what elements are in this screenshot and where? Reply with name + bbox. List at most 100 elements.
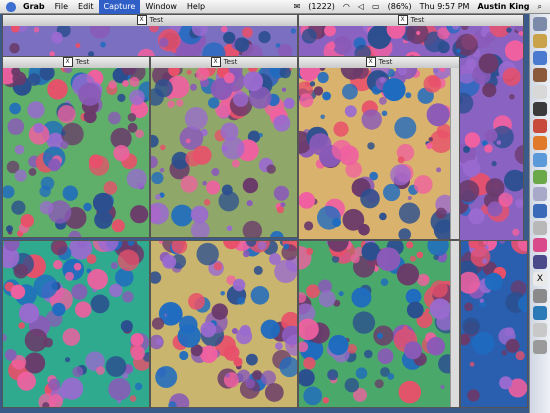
firefox-icon[interactable] (533, 136, 547, 150)
bubble (223, 72, 235, 84)
bubble (108, 111, 121, 125)
bubble (75, 43, 81, 48)
bubble (407, 196, 412, 200)
app-icon[interactable] (533, 153, 547, 167)
bubble (208, 97, 220, 109)
bubble (269, 253, 281, 265)
app-icon[interactable] (533, 306, 547, 320)
app-icon[interactable] (533, 289, 547, 303)
menu-help[interactable]: Help (182, 0, 210, 14)
window-test-back-left[interactable]: X Test (2, 14, 298, 58)
bubble (52, 302, 66, 317)
bubble (491, 161, 497, 167)
bubble (398, 380, 422, 404)
scrollbar[interactable] (450, 68, 459, 239)
bubble (382, 78, 406, 102)
bubble (406, 241, 414, 249)
window-test-row2-a[interactable] (2, 240, 150, 408)
app-icon[interactable] (533, 204, 547, 218)
scrollbar[interactable] (450, 241, 459, 407)
bubble (129, 89, 145, 106)
bubble (484, 144, 493, 153)
bubble (301, 28, 317, 44)
bubble (28, 168, 37, 176)
finder-icon[interactable] (533, 17, 547, 31)
bubble (347, 343, 357, 354)
window-test-row2-d[interactable] (460, 240, 528, 408)
bubble (232, 278, 246, 292)
bubble (426, 142, 433, 150)
bubble (472, 332, 495, 355)
bubble (14, 144, 25, 155)
terminal-icon[interactable] (533, 102, 547, 116)
bubble (273, 114, 291, 132)
bubble (179, 350, 189, 361)
bubble-canvas (3, 68, 149, 237)
bubble (463, 146, 470, 153)
x11-icon[interactable]: X (533, 272, 547, 286)
window-test-row1-b[interactable]: X Test (150, 56, 298, 238)
spotlight-icon[interactable]: ⌕ (534, 0, 546, 14)
window-test-row2-b[interactable] (150, 240, 298, 408)
bubble (105, 356, 127, 377)
bubble (433, 254, 439, 261)
app-icon[interactable] (533, 221, 547, 235)
app-menu[interactable]: Grab (18, 0, 50, 14)
window-test-row1-c[interactable]: X Test (298, 56, 460, 240)
apple-menu-icon[interactable] (6, 1, 16, 12)
volume-icon[interactable]: ◁ (354, 0, 368, 14)
bubble (9, 43, 20, 54)
x11-icon: X (136, 15, 147, 25)
mail-icon[interactable]: ✉ (290, 0, 305, 14)
window-test-row1-a[interactable]: X Test (2, 56, 150, 238)
bubble (129, 76, 140, 87)
app-icon[interactable] (533, 170, 547, 184)
bubble (155, 338, 163, 346)
app-icon[interactable] (533, 34, 547, 48)
app-icon[interactable] (533, 255, 547, 269)
app-icon[interactable] (533, 68, 547, 82)
bubble (11, 200, 26, 215)
bubble (151, 171, 164, 185)
app-icon[interactable] (533, 119, 547, 133)
bubble (62, 328, 81, 346)
app-icon[interactable] (533, 238, 547, 252)
clock[interactable]: Thu 9:57 PM (416, 0, 474, 14)
bubble (202, 180, 207, 186)
mail-count: (1222) (308, 2, 335, 11)
battery-icon[interactable]: ▭ (368, 0, 384, 14)
menu-capture[interactable]: Capture (98, 0, 141, 14)
bubble (225, 372, 230, 378)
menu-file[interactable]: File (50, 0, 73, 14)
bubble (115, 268, 134, 287)
bubble (226, 225, 233, 232)
menu-edit[interactable]: Edit (73, 0, 99, 14)
app-icon[interactable] (533, 187, 547, 201)
bubble (72, 366, 84, 378)
trash-icon[interactable] (533, 340, 547, 354)
app-icon[interactable] (533, 323, 547, 337)
bubble (129, 395, 137, 402)
app-icon[interactable] (533, 85, 547, 99)
bubble (355, 367, 368, 379)
bubble-canvas (151, 68, 297, 237)
bubble (94, 210, 113, 229)
bubble (456, 48, 461, 53)
bubble (87, 268, 108, 290)
bubble (126, 168, 147, 189)
app-icon[interactable] (533, 51, 547, 65)
window-test-row2-c[interactable] (298, 240, 460, 408)
bubble (4, 349, 17, 361)
wifi-icon[interactable]: ◠ (339, 0, 354, 14)
bubble (92, 192, 114, 213)
bubble (130, 333, 144, 347)
bubble (364, 349, 373, 359)
bubble (190, 205, 209, 224)
bubble-canvas (461, 241, 527, 407)
menu-window[interactable]: Window (140, 0, 182, 14)
bubble (470, 246, 491, 267)
user-menu[interactable]: Austin King (473, 0, 533, 14)
bubble (10, 284, 26, 300)
bubble (280, 202, 286, 208)
bubble (509, 94, 515, 100)
